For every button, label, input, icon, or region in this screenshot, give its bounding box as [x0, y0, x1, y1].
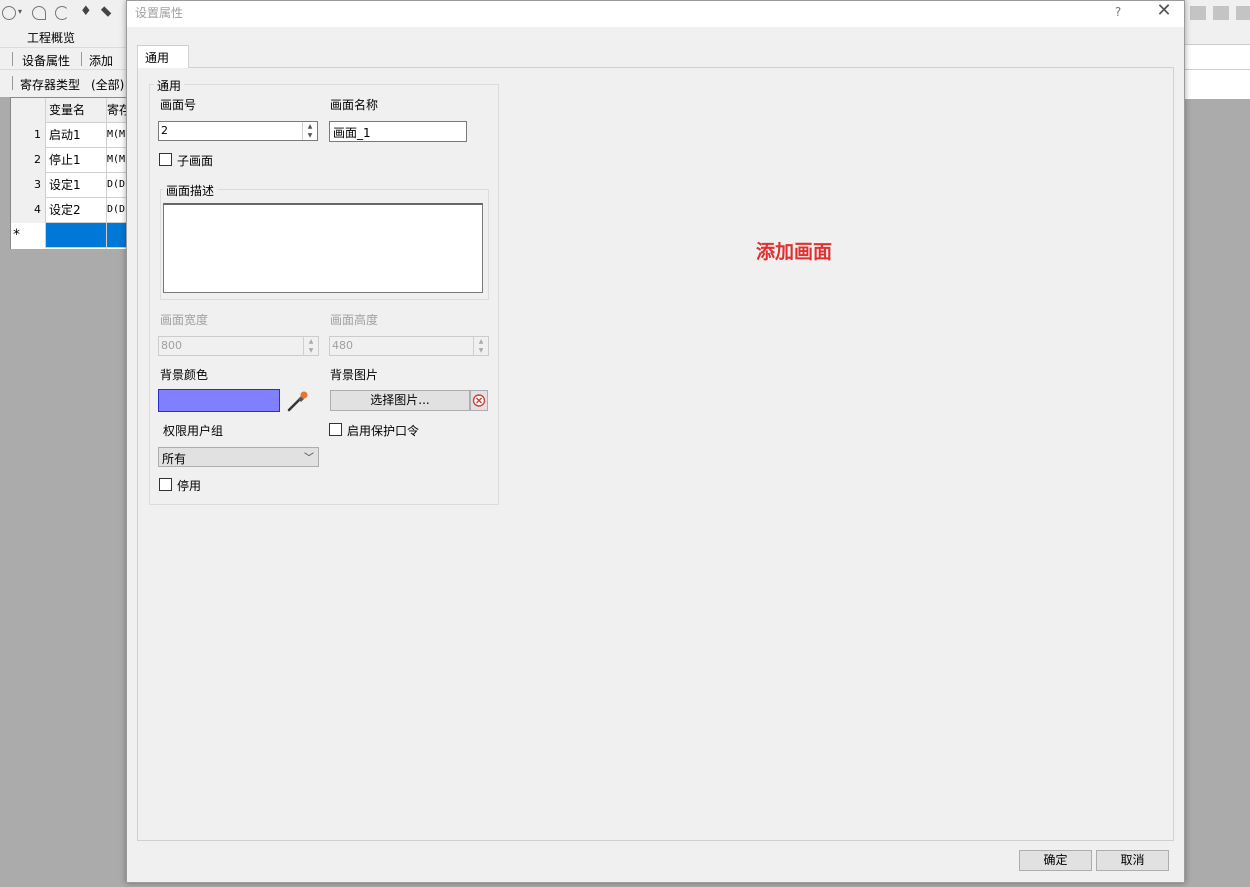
description-groupbox: 画面描述: [160, 182, 489, 300]
enable-password-checkbox[interactable]: [329, 423, 342, 436]
chevron-down-icon: ﹀: [304, 453, 314, 464]
clear-circle-icon: [472, 394, 486, 407]
screen-width-value: 800: [161, 339, 182, 352]
toolbar-square-icon[interactable]: [1190, 6, 1206, 20]
grid-column-divider: [106, 98, 107, 249]
variable-name-cell[interactable]: 设定2: [49, 198, 81, 223]
spin-up-icon[interactable]: ▲: [303, 122, 317, 131]
screen-number-label: 画面号: [160, 98, 197, 112]
screen-number-stepper[interactable]: 2 ▲ ▼: [158, 121, 318, 141]
permission-group-value: 所有: [162, 452, 187, 466]
row-number: 2: [11, 148, 46, 173]
set-properties-dialog: 设置属性 ? ✕ 通用 添加画面 通用 画面号 2 ▲ ▼ 画面名称 画面_1 …: [126, 0, 1185, 883]
grid-header-name[interactable]: 变量名: [49, 98, 85, 123]
background-right-panel: [1185, 44, 1250, 99]
screen-width-stepper[interactable]: 800 ▲ ▼: [158, 336, 319, 356]
register-type-label: 寄存器类型: [20, 78, 81, 92]
overview-label[interactable]: 工程概览: [27, 29, 75, 46]
clear-image-button[interactable]: [470, 390, 488, 411]
screen-height-stepper[interactable]: 480 ▲ ▼: [329, 336, 489, 356]
toolbar-square-icon-3[interactable]: [1236, 6, 1250, 20]
toolbar-square-icon-2[interactable]: [1213, 6, 1229, 20]
select-image-button[interactable]: 选择图片...: [330, 390, 470, 411]
ok-button[interactable]: 确定: [1019, 850, 1092, 871]
bg-color-label: 背景颜色: [160, 368, 209, 382]
dropdown-arrow-icon[interactable]: ▾: [18, 7, 22, 16]
spin-down-icon[interactable]: ▼: [304, 346, 318, 355]
screen-width-label: 画面宽度: [160, 313, 209, 327]
row-number: 1: [11, 123, 46, 148]
permission-group-label: 权限用户组: [163, 424, 224, 438]
enable-password-label: 启用保护口令: [347, 424, 420, 438]
sector-tool-icon[interactable]: [55, 6, 69, 20]
bg-color-swatch[interactable]: [158, 389, 280, 412]
spin-down-icon[interactable]: ▼: [303, 131, 317, 140]
table-row[interactable]: 3 设定1 D(D: [11, 173, 127, 198]
register-cell[interactable]: M(M: [107, 148, 127, 173]
grid-header-row: 变量名 寄存: [11, 98, 127, 123]
dialog-titlebar[interactable]: 设置属性 ? ✕: [127, 1, 1184, 27]
screen-height-label: 画面高度: [330, 313, 379, 327]
screen-name-value: 画面_1: [333, 126, 371, 140]
tab-general[interactable]: 通用: [137, 45, 189, 68]
brush-tool-icon[interactable]: ▬: [96, 2, 115, 21]
sub-screen-checkbox[interactable]: [159, 153, 172, 166]
disable-checkbox[interactable]: [159, 478, 172, 491]
nav-grip: [12, 52, 13, 66]
close-button[interactable]: ✕: [1151, 1, 1177, 25]
spin-up-icon[interactable]: ▲: [304, 337, 318, 346]
register-cell[interactable]: D(D: [107, 173, 127, 198]
dialog-title: 设置属性: [135, 6, 184, 20]
variable-name-cell[interactable]: 停止1: [49, 148, 81, 173]
arc-tool-icon[interactable]: [32, 6, 46, 20]
help-button[interactable]: ?: [1107, 1, 1129, 25]
spin-down-icon[interactable]: ▼: [474, 346, 488, 355]
permission-group-select[interactable]: 所有 ﹀: [158, 447, 319, 467]
table-row[interactable]: 2 停止1 M(M: [11, 148, 127, 173]
description-textarea[interactable]: [163, 203, 483, 293]
screen-number-value: 2: [161, 124, 168, 137]
spin-arrows[interactable]: ▲ ▼: [473, 337, 488, 355]
new-row[interactable]: *: [11, 223, 127, 248]
variable-grid: 变量名 寄存 1 启动1 M(M 2 停止1 M(M 3 设定1 D(D 4 设…: [10, 97, 127, 249]
grid-corner-cell: [11, 98, 46, 123]
register-cell[interactable]: M(M: [107, 123, 127, 148]
grid-header-register[interactable]: 寄存: [107, 98, 127, 123]
table-row[interactable]: 4 设定2 D(D: [11, 198, 127, 223]
screen-name-label: 画面名称: [330, 98, 379, 112]
row-number: 3: [11, 173, 46, 198]
device-props-tab[interactable]: 设备属性: [22, 52, 70, 69]
row-number: 4: [11, 198, 46, 223]
background-right-divider: [1185, 69, 1250, 70]
table-row[interactable]: 1 启动1 M(M: [11, 123, 127, 148]
spin-arrows[interactable]: ▲ ▼: [302, 122, 317, 140]
filter-grip: [12, 76, 13, 90]
register-cell[interactable]: D(D: [107, 198, 127, 223]
cancel-button[interactable]: 取消: [1096, 850, 1169, 871]
general-group-caption: 通用: [154, 77, 185, 94]
variable-name-cell[interactable]: 启动1: [49, 123, 81, 148]
eyedropper-icon[interactable]: [286, 389, 310, 413]
bg-image-label: 背景图片: [330, 368, 379, 382]
pen-tool-icon[interactable]: ♦: [80, 4, 92, 19]
add-screen-annotation: 添加画面: [756, 241, 833, 263]
screen-height-value: 480: [332, 339, 353, 352]
new-row-marker: *: [11, 223, 46, 248]
sub-screen-label: 子画面: [177, 154, 214, 168]
screen-name-field[interactable]: 画面_1: [329, 121, 467, 142]
tab-general-label: 通用: [145, 51, 170, 65]
spin-up-icon[interactable]: ▲: [474, 337, 488, 346]
spin-arrows[interactable]: ▲ ▼: [303, 337, 318, 355]
nav-separator: [81, 52, 82, 66]
add-device-button[interactable]: 添加: [89, 52, 113, 69]
ellipse-tool-icon[interactable]: [2, 6, 16, 20]
variable-name-cell[interactable]: 设定1: [49, 173, 81, 198]
register-type-select[interactable]: (全部): [91, 76, 124, 93]
disable-label: 停用: [177, 479, 202, 493]
description-group-caption: 画面描述: [163, 182, 218, 199]
